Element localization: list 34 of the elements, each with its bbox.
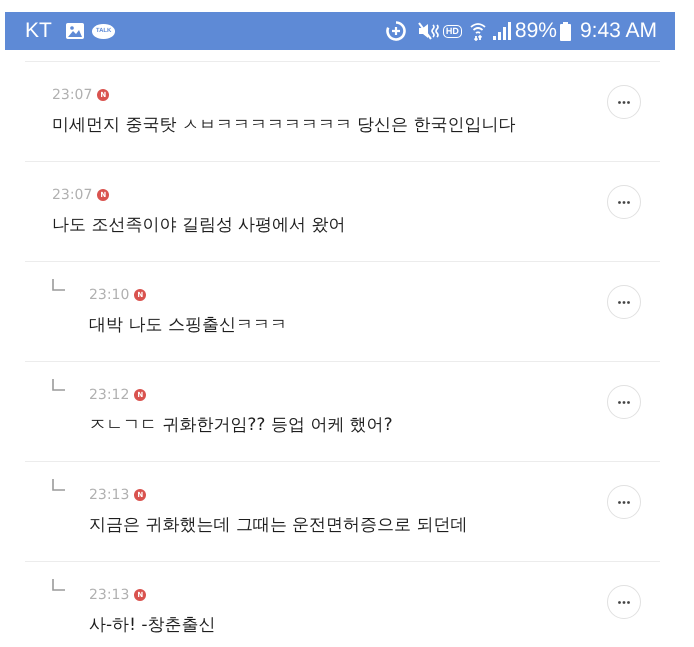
more-button[interactable] bbox=[607, 185, 641, 219]
comment-text: 지금은 귀화했는데 그때는 운전면허증으로 되던데 bbox=[89, 514, 469, 537]
comment-time: 23:07 bbox=[52, 186, 92, 204]
signal-icon bbox=[492, 22, 511, 40]
comment-text: 대박 나도 스핑출신ㅋㅋㅋ bbox=[89, 314, 288, 337]
more-icon bbox=[618, 100, 630, 104]
more-button[interactable] bbox=[607, 585, 641, 619]
hd-badge: HD bbox=[442, 24, 462, 38]
comment-text: 미세먼지 중국탓 ㅅㅂㅋㅋㅋㅋㅋㅋㅋㅋ 당신은 한국인입니다 bbox=[52, 114, 517, 137]
more-icon bbox=[618, 400, 630, 404]
more-icon bbox=[618, 200, 630, 204]
comment-text: 사-하! -창춘출신 bbox=[89, 614, 216, 637]
comment-time: 23:13 bbox=[89, 586, 130, 604]
mute-vibrate-icon bbox=[418, 22, 440, 40]
image-icon bbox=[66, 23, 84, 39]
comment-time: 23:10 bbox=[89, 286, 130, 304]
carrier-name: KT bbox=[25, 19, 52, 43]
comment-text: 나도 조선족이야 길림성 사평에서 왔어 bbox=[52, 214, 347, 237]
more-icon bbox=[618, 600, 630, 604]
battery-percent: 89% bbox=[514, 19, 557, 43]
comment-time: 23:13 bbox=[89, 486, 130, 504]
data-saver-icon bbox=[386, 21, 406, 41]
more-button[interactable] bbox=[607, 285, 641, 319]
clock-time: 9:43 AM bbox=[580, 19, 657, 43]
comment-time: 23:12 bbox=[89, 386, 130, 404]
comment-time: 23:07 bbox=[52, 86, 92, 104]
more-button[interactable] bbox=[607, 485, 641, 519]
comment-text: ㅈㄴㄱㄷ 귀화한거임?? 등업 어케 했어? bbox=[89, 414, 394, 437]
more-button[interactable] bbox=[607, 85, 641, 119]
more-icon bbox=[618, 500, 630, 504]
more-icon bbox=[618, 300, 630, 304]
more-button[interactable] bbox=[607, 385, 641, 419]
battery-icon bbox=[560, 22, 571, 40]
wifi-icon bbox=[470, 21, 486, 41]
